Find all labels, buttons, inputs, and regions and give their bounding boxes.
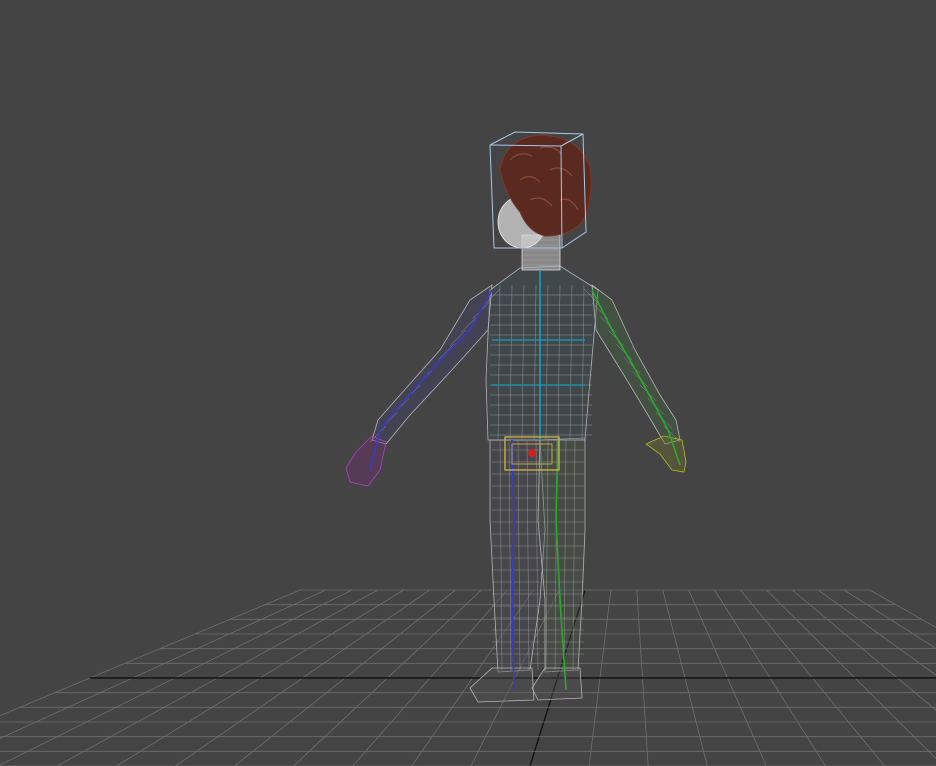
ground-grid	[0, 589, 936, 766]
viewport-scene[interactable]	[0, 0, 936, 766]
3d-viewport[interactable]	[0, 0, 936, 766]
right-arm-mesh	[591, 284, 681, 445]
left-arm-mesh	[371, 284, 493, 445]
torso-mesh	[485, 265, 599, 441]
hip-pivot-marker	[528, 449, 536, 457]
character-mesh[interactable]	[345, 134, 687, 703]
right-hand-mesh	[645, 435, 687, 473]
right-leg-mesh	[537, 437, 586, 673]
left-hand-mesh	[345, 435, 387, 487]
left-leg-mesh	[489, 439, 546, 673]
right-foot-mesh	[531, 667, 583, 701]
left-foot-mesh	[469, 667, 535, 703]
